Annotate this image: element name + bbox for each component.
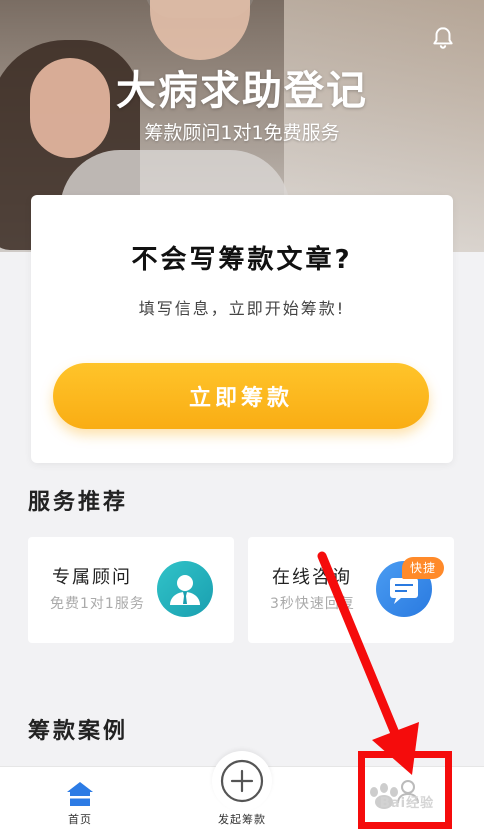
card-description: 填写信息，立即开始筹款!: [138, 299, 346, 318]
card-title: 不会写筹款文章?: [131, 245, 353, 275]
hero-subtitle: 筹款顾问1对1免费服务: [144, 122, 340, 144]
services-section-title: 服务推荐: [28, 490, 129, 515]
fundraise-card: 不会写筹款文章? 填写信息，立即开始筹款! 立即筹款: [31, 195, 453, 463]
bell-icon[interactable]: [430, 25, 456, 51]
advisor-avatar-icon: [157, 561, 213, 617]
service-desc: 免费1对1服务: [50, 596, 145, 612]
home-icon: [67, 782, 93, 806]
cases-section-title: 筹款案例: [28, 719, 129, 744]
plus-circle-icon: [220, 759, 264, 803]
tab-start-fundraising[interactable]: 发起筹款: [200, 751, 284, 834]
hero-photo-baby: [150, 0, 250, 60]
highlight-box-annotation: [358, 751, 452, 829]
hero-title: 大病求助登记: [116, 68, 368, 114]
quick-badge: 快捷: [402, 557, 445, 579]
start-fundraising-button[interactable]: 立即筹款: [53, 363, 429, 429]
service-name: 在线咨询: [272, 567, 352, 588]
tab-start-label: 发起筹款: [218, 813, 266, 826]
tab-home-label: 首页: [68, 813, 92, 826]
watermark-text: Bai经验: [380, 796, 435, 811]
service-card-consult[interactable]: 在线咨询 3秒快速回复 快捷: [248, 537, 454, 643]
service-desc: 3秒快速回复: [270, 596, 355, 612]
tab-home[interactable]: 首页: [40, 767, 120, 834]
service-name: 专属顾问: [52, 567, 132, 588]
service-card-advisor[interactable]: 专属顾问 免费1对1服务: [28, 537, 234, 643]
